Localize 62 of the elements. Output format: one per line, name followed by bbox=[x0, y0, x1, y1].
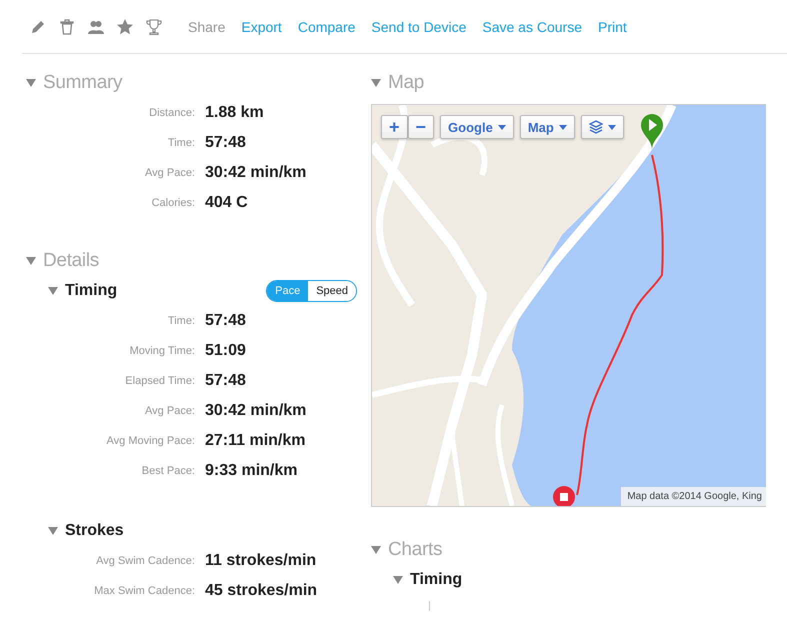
toggle-option[interactable]: Pace bbox=[267, 281, 308, 301]
map-attribution: Map data ©2014 Google, King bbox=[621, 487, 766, 506]
trash-icon[interactable] bbox=[59, 18, 75, 34]
zoom-in-button[interactable]: + bbox=[381, 115, 408, 139]
layers-icon bbox=[588, 120, 603, 134]
pencil-icon[interactable] bbox=[30, 18, 46, 34]
field-label: Distance: bbox=[148, 107, 195, 119]
field-label: Elapsed Time: bbox=[124, 375, 195, 387]
star-icon[interactable] bbox=[117, 18, 133, 34]
field-value: 1.88 km bbox=[205, 104, 264, 122]
section-title: Summary bbox=[43, 72, 122, 94]
map-panel[interactable]: + − Google Map Map data ©2014 Google, King bbox=[371, 104, 766, 507]
section-title: Map bbox=[388, 72, 424, 94]
collapse-triangle-icon[interactable] bbox=[48, 287, 58, 295]
trophy-icon[interactable] bbox=[146, 18, 162, 34]
field-value: 30:42 min/km bbox=[205, 402, 306, 420]
caret-icon bbox=[608, 124, 616, 130]
field-value: 57:48 bbox=[205, 372, 246, 390]
field-label: Avg Pace: bbox=[144, 167, 195, 179]
layers-dropdown[interactable] bbox=[580, 115, 624, 139]
toolbar-link[interactable]: Print bbox=[598, 18, 627, 34]
field-label: Time: bbox=[166, 315, 195, 327]
toolbar-link[interactable]: Send to Device bbox=[371, 18, 466, 34]
provider-dropdown[interactable]: Google bbox=[440, 115, 514, 139]
field-label: Avg Swim Cadence: bbox=[95, 555, 195, 567]
field-label: Moving Time: bbox=[128, 345, 195, 357]
collapse-triangle-icon[interactable] bbox=[371, 79, 381, 87]
start-marker-icon bbox=[641, 114, 663, 150]
field-value: 51:09 bbox=[205, 342, 246, 360]
field-value: 30:42 min/km bbox=[205, 164, 306, 182]
section-title: Charts bbox=[388, 539, 442, 561]
zoom-out-button[interactable]: − bbox=[408, 115, 434, 139]
section-title: Details bbox=[43, 250, 99, 272]
field-value: 9:33 min/km bbox=[205, 462, 298, 480]
toolbar-link[interactable]: Compare bbox=[298, 18, 356, 34]
collapse-triangle-icon[interactable] bbox=[48, 527, 58, 535]
field-label: Time: bbox=[166, 137, 195, 149]
field-label: Max Swim Cadence: bbox=[93, 585, 195, 597]
map-type-dropdown[interactable]: Map bbox=[520, 115, 575, 139]
toolbar-link[interactable]: Export bbox=[241, 18, 282, 34]
subsection-title: Timing bbox=[65, 282, 118, 300]
field-label: Calories: bbox=[150, 197, 195, 209]
collapse-triangle-icon[interactable] bbox=[393, 576, 403, 584]
field-value: 57:48 bbox=[205, 134, 246, 152]
people-icon[interactable] bbox=[88, 18, 104, 34]
field-value: 57:48 bbox=[205, 312, 246, 330]
collapse-triangle-icon[interactable] bbox=[371, 546, 381, 554]
field-value: 11 strokes/min bbox=[205, 552, 316, 570]
field-label: Avg Moving Pace: bbox=[106, 435, 195, 447]
end-marker-icon bbox=[553, 486, 575, 506]
collapse-triangle-icon[interactable] bbox=[26, 257, 36, 265]
subsection-title: Strokes bbox=[65, 522, 124, 540]
subsection-title: Timing bbox=[410, 571, 462, 589]
field-label: Avg Pace: bbox=[144, 405, 195, 417]
field-label: Best Pace: bbox=[140, 465, 195, 477]
field-value: 27:11 min/km bbox=[205, 432, 306, 450]
caret-icon bbox=[558, 124, 567, 130]
field-value: 45 strokes/min bbox=[205, 582, 318, 600]
collapse-triangle-icon[interactable] bbox=[26, 79, 36, 87]
caret-icon bbox=[498, 124, 506, 130]
field-value: 404 C bbox=[205, 194, 248, 212]
toolbar-link[interactable]: Save as Course bbox=[482, 18, 582, 34]
